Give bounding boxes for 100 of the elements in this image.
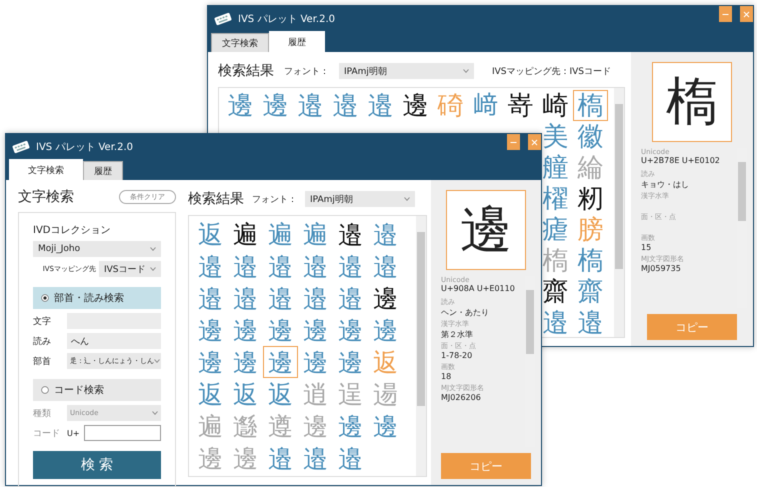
glyph-cell[interactable]: 邉 — [368, 250, 403, 282]
glyph-cell[interactable]: 遍 — [263, 218, 298, 250]
glyph-cell[interactable]: 邊 — [223, 90, 258, 121]
glyph-cell[interactable]: 槗 — [538, 245, 573, 276]
glyph-cell[interactable]: 崎 — [538, 90, 573, 121]
glyph-cell[interactable]: 邊 — [298, 410, 333, 442]
glyph-cell[interactable]: 齋 — [538, 276, 573, 307]
collection-dropdown[interactable]: Moji_Joho — [33, 241, 161, 257]
scrollbar[interactable] — [416, 216, 426, 476]
glyph-cell[interactable]: 邊 — [298, 314, 333, 346]
glyph-cell[interactable]: 瘧 — [538, 214, 573, 245]
glyph-cell[interactable]: 逞 — [333, 378, 368, 410]
minimize-button[interactable] — [507, 134, 520, 150]
glyph-cell[interactable]: 綸 — [573, 152, 608, 183]
minimize-button[interactable] — [719, 6, 732, 22]
glyph-cell[interactable]: 邊 — [333, 346, 368, 378]
glyph-cell[interactable]: 徽 — [573, 121, 608, 152]
glyph-cell[interactable]: 邉 — [333, 250, 368, 282]
glyph-cell[interactable]: 邊 — [228, 442, 263, 474]
glyph-cell[interactable]: 邉 — [573, 307, 608, 338]
glyph-cell[interactable]: 邉 — [333, 218, 368, 250]
text-field[interactable]: へん — [67, 333, 161, 349]
glyph-cell[interactable]: 﨑 — [468, 90, 503, 121]
glyph-cell[interactable]: 遍 — [298, 218, 333, 250]
glyph-cell[interactable]: 邊 — [368, 410, 403, 442]
glyph-cell[interactable]: 邉 — [298, 282, 333, 314]
glyph-cell[interactable]: 邊 — [333, 314, 368, 346]
glyph-cell[interactable]: 返 — [193, 378, 228, 410]
glyph-cell[interactable]: 邎 — [228, 410, 263, 442]
glyph-cell[interactable]: 邉 — [538, 307, 573, 338]
glyph-cell[interactable]: 邊 — [228, 314, 263, 346]
field-value: U+908A U+E0110 — [441, 284, 516, 293]
glyph-cell[interactable]: 邉 — [328, 90, 363, 121]
search-mode-radio[interactable]: コード検索 — [33, 379, 161, 401]
glyph-cell[interactable]: 返 — [368, 346, 403, 378]
glyph-cell[interactable]: 邊 — [368, 314, 403, 346]
glyph-cell[interactable]: 邊 — [193, 346, 228, 378]
close-icon — [743, 10, 750, 18]
glyph-cell[interactable]: 齋 — [573, 276, 608, 307]
glyph-cell[interactable]: 槗 — [573, 245, 608, 276]
glyph-cell[interactable]: 邊 — [398, 90, 433, 121]
glyph-cell[interactable]: 邊 — [258, 90, 293, 121]
glyph-cell[interactable]: 邊 — [263, 314, 298, 346]
font-dropdown[interactable]: IPAmj明朝 — [305, 191, 415, 207]
glyph-cell[interactable]: 碕 — [433, 90, 468, 121]
tab[interactable]: 文字検索 — [9, 159, 83, 180]
glyph-preview: 邊 — [446, 190, 526, 270]
close-button[interactable] — [740, 6, 753, 22]
glyph-cell[interactable]: 返 — [263, 378, 298, 410]
glyph-cell[interactable]: 邊 — [368, 282, 403, 314]
glyph-cell[interactable]: 邊 — [333, 410, 368, 442]
copy-button[interactable]: コピー — [441, 453, 531, 479]
tab[interactable]: 履歴 — [269, 31, 325, 52]
glyph-cell[interactable]: 邊 — [193, 442, 228, 474]
glyph-cell[interactable]: 邉 — [293, 90, 328, 121]
glyph-cell[interactable]: 邊 — [193, 314, 228, 346]
scrollbar[interactable] — [614, 88, 624, 337]
glyph-cell[interactable]: 邉 — [193, 250, 228, 282]
glyph-cell[interactable]: 遵 — [263, 410, 298, 442]
caret-icon — [152, 411, 158, 415]
glyph-cell[interactable]: 邉 — [333, 442, 368, 474]
glyph-cell[interactable]: 遍 — [228, 218, 263, 250]
search-button[interactable]: 検 索 — [33, 451, 161, 479]
glyph-cell[interactable]: 返 — [228, 378, 263, 410]
glyph-cell[interactable]: 邉 — [368, 218, 403, 250]
glyph-cell[interactable]: 艟 — [538, 152, 573, 183]
glyph-preview: 槗 — [652, 62, 732, 142]
glyph-cell[interactable]: 邊 — [228, 346, 263, 378]
close-button[interactable] — [528, 134, 541, 150]
glyph-cell[interactable]: 逿 — [368, 378, 403, 410]
tab[interactable]: 履歴 — [83, 161, 123, 180]
glyph-cell[interactable]: 籾 — [573, 183, 608, 214]
glyph-cell[interactable]: 遍 — [193, 410, 228, 442]
field-label: 読み — [33, 336, 52, 348]
glyph-cell[interactable]: 嵜 — [503, 90, 538, 121]
glyph-cell[interactable]: 邉 — [228, 282, 263, 314]
glyph-cell[interactable]: 槗 — [573, 90, 608, 121]
mapping-dropdown[interactable]: IVSコード — [99, 261, 161, 277]
glyph-cell[interactable]: 邉 — [263, 442, 298, 474]
font-dropdown[interactable]: IPAmj明朝 — [339, 63, 474, 79]
glyph-cell[interactable]: 邉 — [263, 250, 298, 282]
glyph-cell[interactable]: 邊 — [263, 346, 298, 378]
glyph-cell[interactable]: 美 — [538, 121, 573, 152]
glyph-cell[interactable]: 櫂 — [538, 183, 573, 214]
glyph-cell[interactable]: 膀 — [573, 214, 608, 245]
glyph-cell[interactable]: 逍 — [298, 378, 333, 410]
glyph-cell[interactable]: 返 — [193, 218, 228, 250]
glyph-cell[interactable]: 邊 — [298, 346, 333, 378]
glyph-cell[interactable]: 邉 — [333, 282, 368, 314]
glyph-cell[interactable]: 邉 — [298, 250, 333, 282]
glyph-cell[interactable]: 邉 — [193, 282, 228, 314]
code-field[interactable] — [84, 425, 161, 441]
copy-button[interactable]: コピー — [647, 314, 737, 340]
glyph-cell[interactable]: 邉 — [363, 90, 398, 121]
glyph-cell[interactable]: 邉 — [298, 442, 333, 474]
search-mode-radio[interactable]: 部首・読み検索 — [33, 287, 161, 309]
glyph-cell[interactable]: 邉 — [263, 282, 298, 314]
tab[interactable]: 文字検索 — [211, 33, 269, 52]
glyph-cell[interactable]: 邉 — [228, 250, 263, 282]
results-heading: 検索結果 — [188, 190, 244, 208]
